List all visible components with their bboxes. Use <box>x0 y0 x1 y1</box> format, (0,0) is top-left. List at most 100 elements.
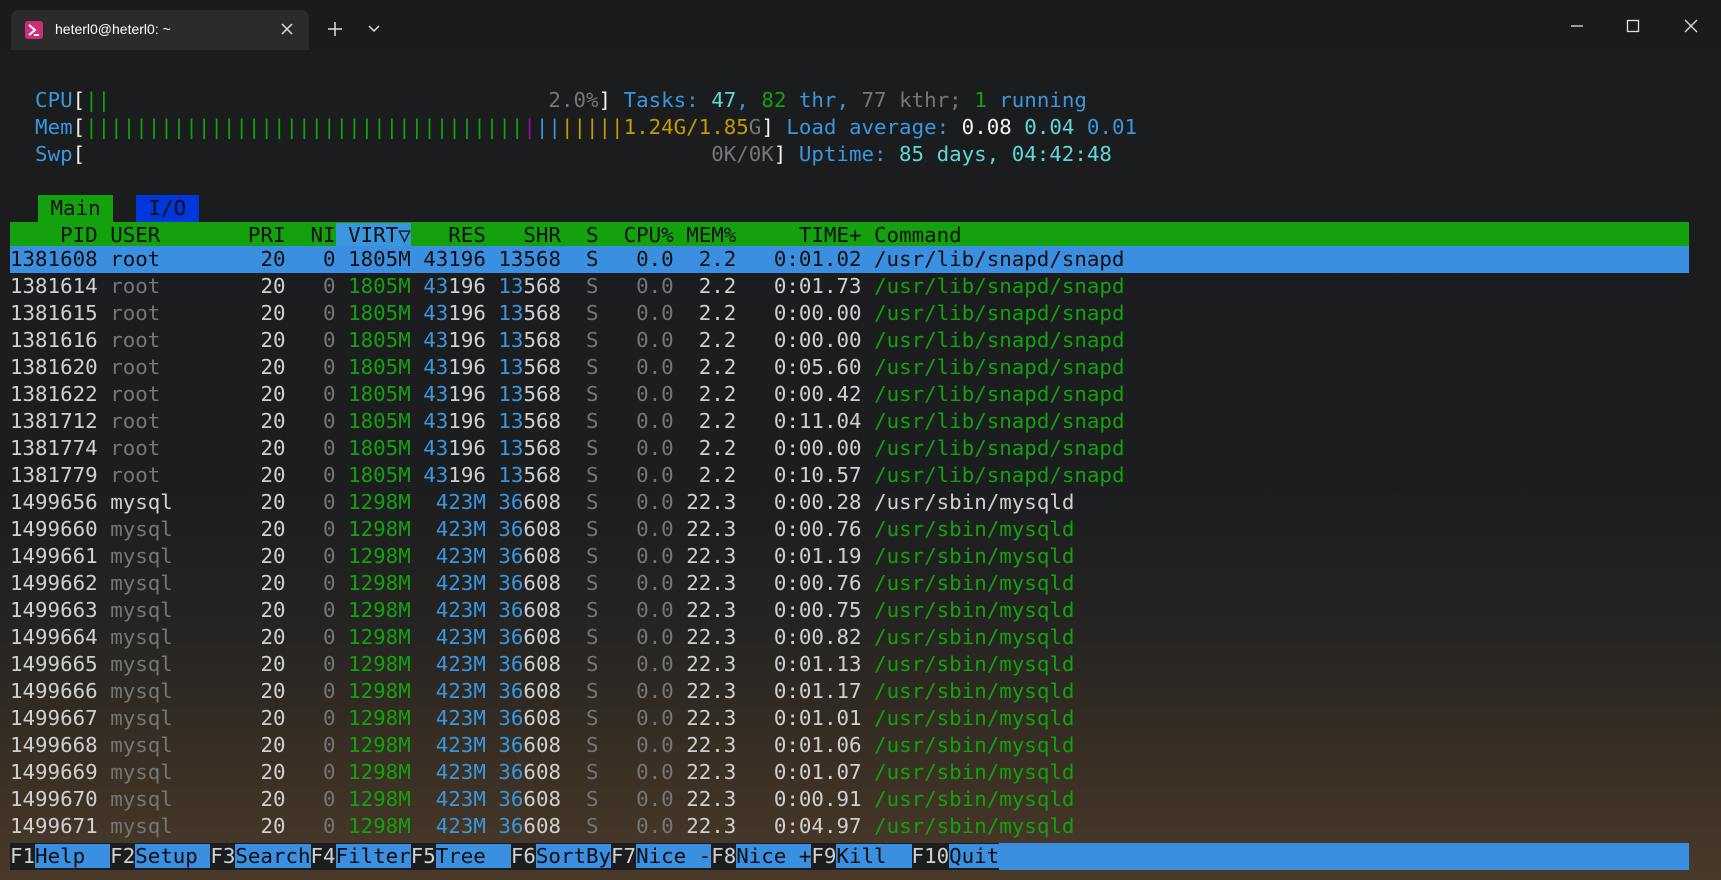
column-header-cpu[interactable]: CPU% <box>599 223 674 247</box>
cell-pri: 20 <box>235 787 286 811</box>
table-row[interactable]: 1381774 root 20 0 1805M 43196 13568 S 0.… <box>10 435 1250 462</box>
cell-s: S <box>573 733 599 757</box>
cell-pid: 1499664 <box>10 625 98 649</box>
table-row[interactable]: 1499660 mysql 20 0 1298M 423M 36608 S 0.… <box>10 516 1250 543</box>
table-row[interactable]: 1499656 mysql 20 0 1298M 423M 36608 S 0.… <box>10 489 1250 516</box>
fkey-f1-label[interactable]: Help <box>35 844 111 868</box>
table-row[interactable]: 1499663 mysql 20 0 1298M 423M 36608 S 0.… <box>10 597 1250 624</box>
cell-virt: 1805M <box>335 355 411 379</box>
column-header-pid[interactable]: PID <box>10 223 98 247</box>
table-row[interactable]: 1381622 root 20 0 1805M 43196 13568 S 0.… <box>10 381 1250 408</box>
cell-res-low: 196 <box>448 274 486 298</box>
table-row[interactable]: 1499671 mysql 20 0 1298M 423M 36608 S 0.… <box>10 813 1250 840</box>
cell-s: S <box>573 247 599 271</box>
column-header-shr[interactable]: SHR <box>486 223 561 247</box>
fkey-f7: F7 <box>611 844 637 868</box>
cell-pri: 20 <box>235 382 286 406</box>
table-row[interactable]: 1499661 mysql 20 0 1298M 423M 36608 S 0.… <box>10 543 1250 570</box>
column-header-mem[interactable]: MEM% <box>674 223 736 247</box>
close-window-icon[interactable] <box>1679 14 1703 38</box>
cell-user: root <box>110 247 236 271</box>
cell-shr-low: 608 <box>523 490 561 514</box>
cell-time: 0:01.13 <box>736 652 862 676</box>
table-row[interactable]: 1381615 root 20 0 1805M 43196 13568 S 0.… <box>10 300 1250 327</box>
cell-s: S <box>573 544 599 568</box>
cell-time: 0:10.57 <box>736 463 862 487</box>
fkey-f6-label[interactable]: SortBy <box>535 844 612 868</box>
cell-ni: 0 <box>285 355 336 379</box>
chevron-down-icon[interactable] <box>366 20 382 36</box>
table-row[interactable]: 1381614 root 20 0 1805M 43196 13568 S 0.… <box>10 273 1250 300</box>
fkey-f2-label[interactable]: Setup <box>135 844 211 868</box>
cell-cmd: /usr/sbin/mysqld <box>874 679 1250 703</box>
cell-res: 423M <box>410 814 486 838</box>
cell-ni: 0 <box>285 301 336 325</box>
cell-s: S <box>573 706 599 730</box>
fkey-f10-label[interactable]: Quit <box>949 844 1000 868</box>
fkey-f2: F2 <box>110 844 136 868</box>
cell-shr-low: 608 <box>523 571 561 595</box>
fkey-f8-label[interactable]: Nice + <box>736 844 812 868</box>
table-row[interactable]: 1499662 mysql 20 0 1298M 423M 36608 S 0.… <box>10 570 1250 597</box>
table-row[interactable]: 1381779 root 20 0 1805M 43196 13568 S 0.… <box>10 462 1250 489</box>
column-header-virt[interactable]: VIRT▽ <box>335 223 411 247</box>
column-header-command[interactable]: Command <box>874 223 1250 247</box>
cell-shr: 13568 <box>485 247 561 271</box>
fkey-f4-label[interactable]: Filter <box>335 844 411 868</box>
column-header[interactable]: PID USER PRI NI VIRT▽ RES SHR S CPU% MEM… <box>10 222 1250 249</box>
maximize-icon[interactable] <box>1621 14 1645 38</box>
table-row[interactable]: 1499669 mysql 20 0 1298M 423M 36608 S 0.… <box>10 759 1250 786</box>
new-tab-plus-icon[interactable] <box>325 19 345 39</box>
cell-cpu: 0.0 <box>598 463 674 487</box>
cell-res: 423M <box>410 571 486 595</box>
cell-res-high: 43 <box>423 301 449 325</box>
fkey-f9-label[interactable]: Kill <box>836 844 912 868</box>
cell-ni: 0 <box>285 517 336 541</box>
cell-s: S <box>573 598 599 622</box>
close-tab-icon[interactable] <box>276 18 298 40</box>
cell-shr-low: 568 <box>523 301 561 325</box>
fkey-f3-label[interactable]: Search <box>235 844 311 868</box>
table-row[interactable]: 1499666 mysql 20 0 1298M 423M 36608 S 0.… <box>10 678 1250 705</box>
column-header-time[interactable]: TIME+ <box>736 223 862 247</box>
cell-cmd: /usr/sbin/mysqld <box>874 598 1250 622</box>
fkey-f7-label[interactable]: Nice - <box>636 844 712 868</box>
table-row[interactable]: 1499670 mysql 20 0 1298M 423M 36608 S 0.… <box>10 786 1250 813</box>
table-row[interactable]: 1381616 root 20 0 1805M 43196 13568 S 0.… <box>10 327 1250 354</box>
column-header-user[interactable]: USER <box>110 223 235 247</box>
cell-s: S <box>573 436 599 460</box>
table-row[interactable]: 1499668 mysql 20 0 1298M 423M 36608 S 0.… <box>10 732 1250 759</box>
table-row[interactable]: 1381620 root 20 0 1805M 43196 13568 S 0.… <box>10 354 1250 381</box>
table-row[interactable]: 1381712 root 20 0 1805M 43196 13568 S 0.… <box>10 408 1250 435</box>
table-row[interactable]: 1499664 mysql 20 0 1298M 423M 36608 S 0.… <box>10 624 1250 651</box>
fkey-f10: F10 <box>911 844 950 868</box>
tab-main[interactable]: Main <box>38 195 114 222</box>
tab-io[interactable]: I/O <box>136 195 199 222</box>
cell-mem: 2.2 <box>673 463 737 487</box>
cell-pid: 1381615 <box>10 301 98 325</box>
cell-user: mysql <box>110 652 236 676</box>
cell-virt: 1805M <box>335 301 411 325</box>
table-row[interactable]: 1499667 mysql 20 0 1298M 423M 36608 S 0.… <box>10 705 1250 732</box>
terminal-tab[interactable]: heterl0@heterl0: ~ <box>11 10 309 50</box>
column-header-ni[interactable]: NI <box>286 223 336 247</box>
table-row[interactable]: 1499665 mysql 20 0 1298M 423M 36608 S 0.… <box>10 651 1250 678</box>
cell-s: S <box>573 409 599 433</box>
table-row[interactable]: 1381608 root 20 0 1805M 43196 13568 S 0.… <box>10 246 1250 273</box>
cell-res-high: 43 <box>423 436 449 460</box>
cell-mem: 22.3 <box>673 652 737 676</box>
column-header-pri[interactable]: PRI <box>235 223 286 247</box>
fkey-f5-label[interactable]: Tree <box>435 844 511 868</box>
column-header-res[interactable]: RES <box>411 223 486 247</box>
cell-mem: 2.2 <box>673 247 737 271</box>
minimize-icon[interactable] <box>1565 14 1589 38</box>
cell-pri: 20 <box>235 733 286 757</box>
cell-mem: 22.3 <box>673 760 737 784</box>
column-header-s[interactable]: S <box>574 223 599 247</box>
cell-time: 0:01.73 <box>736 274 862 298</box>
cell-pri: 20 <box>235 706 286 730</box>
cell-user: root <box>110 274 236 298</box>
kthr-count: 77 <box>861 88 887 112</box>
cell-ni: 0 <box>285 571 336 595</box>
cell-pid: 1499670 <box>10 787 98 811</box>
